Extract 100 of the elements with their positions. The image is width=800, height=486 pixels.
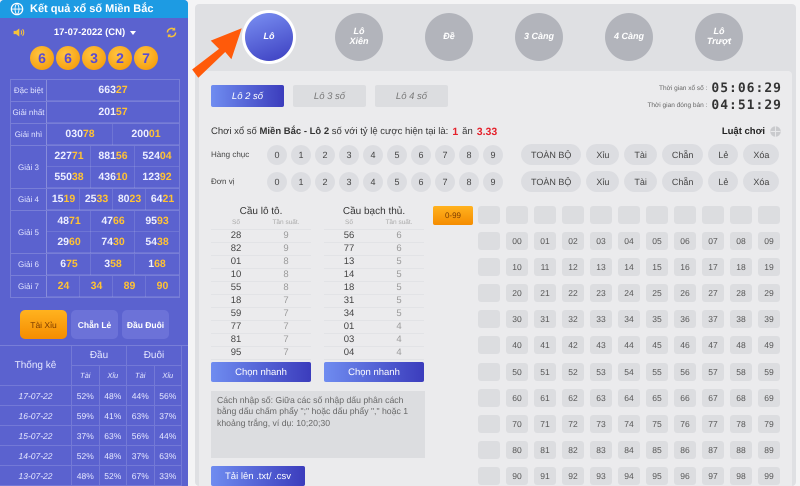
digit-button[interactable]: 7 [435, 144, 455, 164]
stats-tab[interactable]: Đầu Đuôi [122, 310, 169, 339]
number-button[interactable]: 76 [674, 414, 696, 433]
number-button[interactable]: 04 [618, 232, 640, 250]
date-dropdown[interactable]: 17-07-2022 (CN) [54, 27, 136, 38]
number-button[interactable]: 75 [646, 414, 668, 433]
number-button[interactable]: 25 [646, 284, 668, 302]
number-button[interactable]: 15 [646, 258, 668, 276]
number-button[interactable]: 58 [730, 362, 752, 381]
digit-button[interactable]: 0 [267, 144, 287, 164]
number-button[interactable]: 48 [730, 336, 752, 354]
digit-button[interactable]: 9 [483, 144, 503, 164]
digit-button[interactable]: 8 [459, 172, 479, 192]
number-button[interactable]: 50 [506, 362, 528, 381]
number-button[interactable]: 79 [758, 414, 780, 433]
upload-button[interactable]: Tải lên .txt/ .csv [211, 466, 305, 486]
number-button[interactable]: 98 [730, 466, 752, 485]
digit-button[interactable]: 1 [291, 172, 311, 192]
quick-select-button[interactable]: Lẻ [708, 144, 738, 165]
number-button[interactable]: 96 [674, 466, 696, 485]
number-button[interactable]: 40 [506, 336, 528, 354]
number-button[interactable]: 70 [506, 414, 528, 433]
number-button[interactable]: 27 [702, 284, 724, 302]
digit-button[interactable]: 4 [363, 144, 383, 164]
number-button[interactable]: 85 [646, 440, 668, 459]
number-button[interactable]: 37 [702, 310, 724, 328]
number-button[interactable]: 65 [646, 388, 668, 407]
number-button[interactable]: 51 [534, 362, 556, 381]
number-button[interactable]: 92 [562, 466, 584, 485]
quick-select-button[interactable]: Tài [624, 171, 657, 192]
number-button[interactable]: 13 [590, 258, 612, 276]
number-button[interactable]: 59 [758, 362, 780, 381]
refresh-icon[interactable] [164, 26, 178, 39]
number-button[interactable]: 72 [562, 414, 584, 433]
number-button[interactable]: 49 [758, 336, 780, 354]
digit-button[interactable]: 3 [339, 144, 359, 164]
digit-button[interactable]: 8 [459, 144, 479, 164]
quick-select-button[interactable]: Xỉu [586, 171, 620, 192]
number-button[interactable]: 06 [674, 232, 696, 250]
number-button[interactable]: 60 [506, 388, 528, 407]
number-button[interactable]: 87 [702, 440, 724, 459]
digit-button[interactable]: 6 [411, 172, 431, 192]
number-button[interactable]: 88 [730, 440, 752, 459]
number-button[interactable]: 23 [590, 284, 612, 302]
number-button[interactable]: 62 [562, 388, 584, 407]
digit-button[interactable]: 7 [435, 172, 455, 192]
number-button[interactable]: 69 [758, 388, 780, 407]
number-button[interactable]: 17 [702, 258, 724, 276]
number-button[interactable]: 86 [674, 440, 696, 459]
number-button[interactable]: 82 [562, 440, 584, 459]
number-button[interactable]: 00 [506, 232, 528, 250]
number-button[interactable]: 32 [562, 310, 584, 328]
game-tab[interactable]: Lô [245, 13, 293, 61]
number-button[interactable]: 02 [562, 232, 584, 250]
digit-button[interactable]: 2 [315, 172, 335, 192]
number-button[interactable]: 95 [646, 466, 668, 485]
number-button[interactable]: 33 [590, 310, 612, 328]
quick-select-button[interactable]: Chẵn [662, 144, 704, 165]
digit-button[interactable]: 2 [315, 144, 335, 164]
number-button[interactable]: 14 [618, 258, 640, 276]
number-button[interactable]: 08 [730, 232, 752, 250]
number-button[interactable]: 57 [702, 362, 724, 381]
number-button[interactable]: 64 [618, 388, 640, 407]
number-button[interactable]: 22 [562, 284, 584, 302]
stats-tab[interactable]: Tài Xỉu [20, 310, 67, 339]
sub-tab[interactable]: Lô 3 số [293, 85, 366, 107]
number-button[interactable]: 54 [618, 362, 640, 381]
number-button[interactable]: 63 [590, 388, 612, 407]
number-button[interactable]: 38 [730, 310, 752, 328]
number-button[interactable]: 30 [506, 310, 528, 328]
number-button[interactable]: 05 [646, 232, 668, 250]
number-button[interactable]: 31 [534, 310, 556, 328]
number-button[interactable]: 41 [534, 336, 556, 354]
rules-link[interactable]: Luật chơi [722, 126, 765, 137]
number-button[interactable]: 16 [674, 258, 696, 276]
number-button[interactable]: 35 [646, 310, 668, 328]
quick-select-button[interactable]: TOÀN BỘ [521, 144, 582, 165]
number-button[interactable]: 53 [590, 362, 612, 381]
number-button[interactable]: 80 [506, 440, 528, 459]
quick-select-button[interactable]: TOÀN BỘ [521, 171, 582, 192]
speaker-icon[interactable] [12, 26, 25, 39]
sub-tab[interactable]: Lô 2 số [211, 85, 284, 107]
number-button[interactable]: 01 [534, 232, 556, 250]
number-button[interactable]: 21 [534, 284, 556, 302]
stats-tab[interactable]: Chẵn Lẻ [71, 310, 118, 339]
number-button[interactable]: 47 [702, 336, 724, 354]
number-button[interactable]: 83 [590, 440, 612, 459]
number-button[interactable]: 77 [702, 414, 724, 433]
quick-select-button[interactable]: Chẵn [662, 171, 704, 192]
number-button[interactable]: 39 [758, 310, 780, 328]
number-button[interactable]: 90 [506, 466, 528, 485]
digit-button[interactable]: 5 [387, 172, 407, 192]
number-button[interactable]: 66 [674, 388, 696, 407]
number-button[interactable]: 12 [562, 258, 584, 276]
number-button[interactable]: 18 [730, 258, 752, 276]
number-button[interactable]: 84 [618, 440, 640, 459]
number-button[interactable]: 42 [562, 336, 584, 354]
number-button[interactable]: 34 [618, 310, 640, 328]
digit-button[interactable]: 5 [387, 144, 407, 164]
number-button[interactable]: 97 [702, 466, 724, 485]
